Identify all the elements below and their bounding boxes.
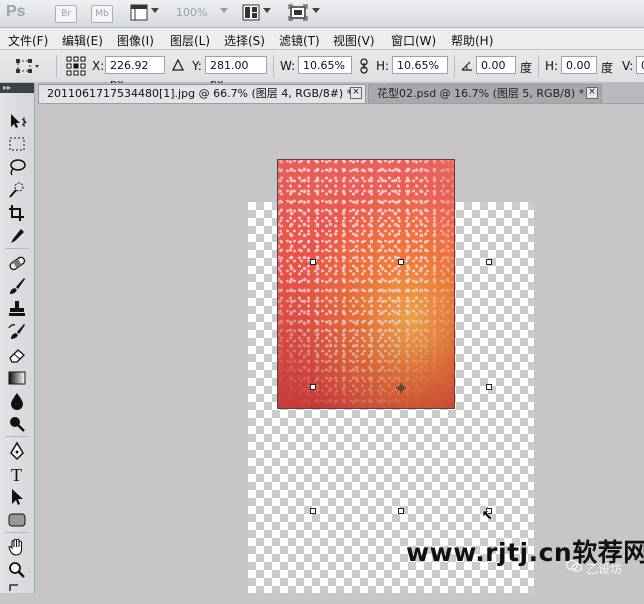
menu-view[interactable]: 视图(V) xyxy=(333,32,375,49)
zoom-level[interactable]: 100% xyxy=(176,6,207,19)
close-icon[interactable]: × xyxy=(350,87,362,99)
tab-label: 花型02.psd @ 16.7% (图层 5, RGB/8) * xyxy=(377,87,585,100)
options-bar: X: 226.92 px Y: 281.00 px W: 10.65% H: 1… xyxy=(0,50,644,90)
rotate-input[interactable]: 0.00 xyxy=(476,56,516,74)
menu-select[interactable]: 选择(S) xyxy=(224,32,265,49)
transform-handle-bottom-left[interactable] xyxy=(310,508,316,514)
link-icon[interactable] xyxy=(359,58,369,77)
screen-mode-icon[interactable] xyxy=(288,4,308,24)
width-input[interactable]: 10.65% xyxy=(298,56,352,74)
transform-handle-right[interactable] xyxy=(486,384,492,390)
gradient-tool-icon[interactable] xyxy=(6,368,28,388)
rotate-angle-icon xyxy=(461,59,473,74)
transform-handle-top-left[interactable] xyxy=(310,259,316,265)
eraser-tool-icon[interactable] xyxy=(6,345,28,365)
tab-document-jpg[interactable]: 20110617175344​80[1].jpg @ 66.7% (图层 4, … xyxy=(38,84,366,103)
arrange-documents-icon[interactable] xyxy=(242,4,260,24)
skew-v-input[interactable]: 0 xyxy=(636,56,644,74)
history-brush-tool-icon[interactable] xyxy=(6,322,28,342)
y-label: Y: xyxy=(192,59,202,73)
transform-handle-top-right[interactable] xyxy=(486,259,492,265)
tab-document-psd[interactable]: 花型02.psd @ 16.7% (图层 5, RGB/8) * xyxy=(368,84,602,103)
close-icon[interactable]: × xyxy=(586,87,598,99)
width-label: W: xyxy=(280,59,296,73)
wechat-icon xyxy=(566,559,582,573)
options-separator xyxy=(454,55,455,77)
menu-bar: 文件(F) 编辑(E) 图像(I) 图层(L) 选择(S) 滤镜(T) 视图(V… xyxy=(0,28,644,50)
reference-point-icon[interactable] xyxy=(66,56,86,79)
lasso-tool-icon[interactable] xyxy=(6,157,28,177)
path-selection-tool-icon[interactable] xyxy=(6,487,28,507)
transform-handle-bottom[interactable] xyxy=(398,508,404,514)
wechat-label: 乙设坊 xyxy=(586,562,623,576)
options-separator xyxy=(56,55,57,77)
y-input[interactable]: 281.00 px xyxy=(205,56,267,90)
menu-window[interactable]: 窗口(W) xyxy=(391,32,436,49)
crop-tool-icon[interactable] xyxy=(6,203,28,223)
tab-label: 20110617175344​80[1].jpg @ 66.7% (图层 4, … xyxy=(47,87,353,100)
skew-h-label: H: xyxy=(545,59,559,73)
tools-separator xyxy=(5,436,29,437)
options-separator xyxy=(538,55,539,77)
menu-layer[interactable]: 图层(L) xyxy=(170,32,210,49)
blur-tool-icon[interactable] xyxy=(6,391,28,411)
view-extras-icon[interactable] xyxy=(130,4,148,24)
swap-colors-icon[interactable] xyxy=(6,581,28,601)
transform-handle-top[interactable] xyxy=(398,259,404,265)
height-label: H: xyxy=(376,59,390,73)
healing-brush-tool-icon[interactable] xyxy=(6,253,28,273)
rectangle-tool-icon[interactable] xyxy=(6,510,28,530)
screen-mode-caret-icon[interactable] xyxy=(312,8,320,13)
tools-panel: ▸▸ T xyxy=(0,83,35,593)
tools-panel-collapse[interactable]: ▸▸ xyxy=(0,83,34,93)
menu-edit[interactable]: 编辑(E) xyxy=(62,32,103,49)
marquee-tool-icon[interactable] xyxy=(6,134,28,154)
svg-text:T: T xyxy=(11,465,22,484)
transform-handle-left[interactable] xyxy=(310,384,316,390)
arrange-caret-icon[interactable] xyxy=(263,8,271,13)
menu-help[interactable]: 帮助(H) xyxy=(451,32,493,49)
zoom-caret-icon[interactable] xyxy=(220,8,228,13)
application-bar: Ps Br Mb 100% xyxy=(0,0,644,28)
relative-position-icon[interactable] xyxy=(171,58,185,74)
options-separator xyxy=(273,55,274,77)
menu-image[interactable]: 图像(I) xyxy=(117,32,154,49)
brush-tool-icon[interactable] xyxy=(6,276,28,296)
clone-stamp-tool-icon[interactable] xyxy=(6,299,28,319)
cherry-blossom-layer[interactable] xyxy=(278,160,454,408)
move-tool-icon[interactable] xyxy=(6,111,28,131)
menu-filter[interactable]: 滤镜(T) xyxy=(279,32,320,49)
skew-h-input[interactable]: 0.00 xyxy=(561,56,597,74)
x-label: X: xyxy=(92,59,105,73)
eyedropper-tool-icon[interactable] xyxy=(6,226,28,246)
dodge-tool-icon[interactable] xyxy=(6,414,28,434)
zoom-tool-icon[interactable] xyxy=(6,560,28,580)
photoshop-logo: Ps xyxy=(6,3,26,20)
quick-selection-tool-icon[interactable] xyxy=(6,180,28,200)
document-tab-bar: 20110617175344​80[1].jpg @ 66.7% (图层 4, … xyxy=(38,83,644,104)
wechat-watermark: 乙设坊 xyxy=(566,560,623,577)
skew-h-unit: 度 xyxy=(601,61,614,75)
pen-tool-icon[interactable] xyxy=(6,441,28,461)
x-input[interactable]: 226.92 px xyxy=(105,56,165,90)
hand-tool-icon[interactable] xyxy=(6,537,28,557)
tools-separator xyxy=(5,532,29,533)
view-extras-caret-icon[interactable] xyxy=(151,8,159,13)
rotate-unit: 度 xyxy=(520,61,533,75)
transform-center-icon[interactable] xyxy=(396,382,406,393)
tools-separator xyxy=(5,248,29,249)
menu-file[interactable]: 文件(F) xyxy=(8,32,48,49)
transform-tool-preset-icon[interactable] xyxy=(16,59,42,76)
mini-bridge-button[interactable]: Mb xyxy=(91,5,113,23)
type-tool-icon[interactable]: T xyxy=(6,464,28,485)
scale-cursor-icon xyxy=(482,510,494,525)
skew-v-label: V: xyxy=(622,59,634,73)
height-input[interactable]: 10.65% xyxy=(392,56,448,74)
bridge-button[interactable]: Br xyxy=(55,5,77,23)
